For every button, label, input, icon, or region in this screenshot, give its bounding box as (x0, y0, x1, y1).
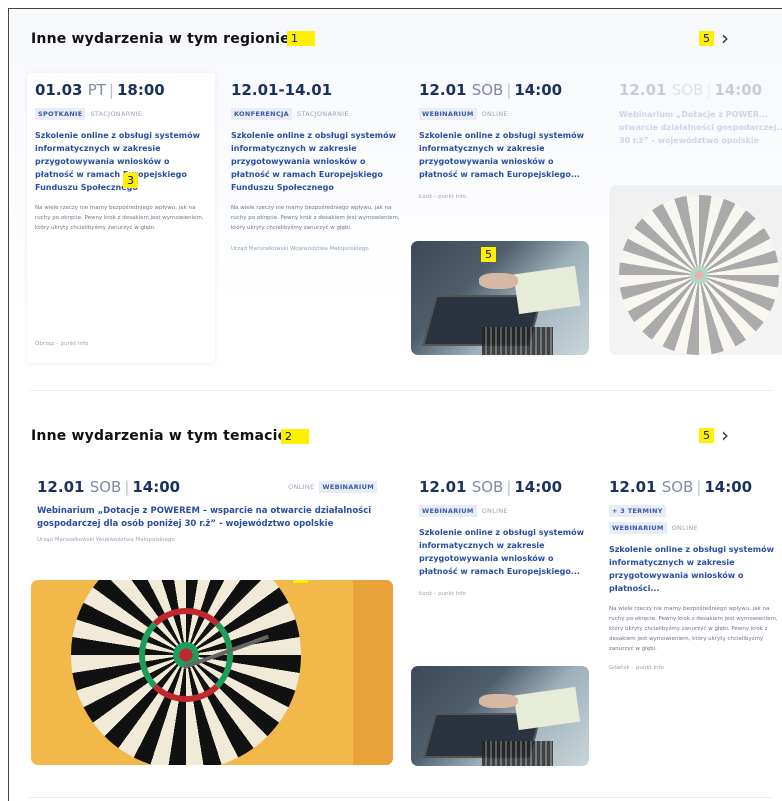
chevron-right-icon[interactable]: › (721, 28, 729, 48)
mode-label: STACJONARNIE (90, 110, 143, 118)
event-title-link[interactable]: Szkolenie online z obsługi systemów info… (419, 526, 594, 578)
event-location: Gdańsk – punkt Info (609, 665, 664, 671)
event-card[interactable]: 12.01 SOB | 14:00 Webinarium „Dotacje z PO… (619, 81, 782, 147)
event-title-link[interactable]: Szkolenie online z obsługi systemów info… (609, 543, 779, 595)
event-description: Na wiele rzeczy nie mamy bezpośredniego … (609, 606, 778, 652)
featured-event-card[interactable]: 12.01 SOB | 14:00 ONLINE WEBINARIUM Webina… (37, 478, 377, 545)
time-text: 14:00 (132, 478, 181, 496)
time-text: 14:00 (704, 478, 753, 496)
event-photo[interactable]: 5 (411, 241, 589, 355)
event-date: 12.01 SOB | 14:00 (619, 81, 763, 99)
section-region-events: Inne wydarzenia w tym regionie 1 5 ‹ › 0… (9, 9, 782, 389)
event-card[interactable]: 12.01 SOB | 14:00 + 3 TERMINY WEBINARIUM O… (609, 478, 779, 673)
event-location: Obrzęż – punkt Info (35, 341, 89, 347)
section-divider (29, 390, 772, 391)
event-date: 12.01-14.01 (231, 81, 401, 99)
dates-count-badge: + 3 TERMINY (609, 505, 666, 517)
event-description: Na wiele rzeczy nie mamy bezpośredniego … (231, 205, 400, 231)
event-card[interactable]: 01.03 PT | 18:00 SPOTKANIE STACJONARNIE Sz… (27, 73, 215, 363)
type-badge: WEBINARIUM (609, 522, 667, 534)
mode-label: ONLINE (671, 524, 698, 532)
annotation-marker: 3 (123, 173, 138, 188)
type-badge: WEBINARIUM (419, 505, 477, 517)
event-photo[interactable]: 4 (31, 580, 393, 765)
day-text: SOB (661, 478, 694, 496)
day-text: SOB (471, 81, 504, 99)
event-location: Urząd Marszałkowski Województwa Małopols… (231, 246, 369, 252)
event-date: 01.03 PT | 18:00 (35, 81, 165, 99)
event-tags: + 3 TERMINY (609, 505, 779, 517)
event-title-link[interactable]: Webinarium „Dotacje z POWER... otwarcie … (619, 108, 782, 147)
time-text: 18:00 (116, 81, 165, 99)
annotation-marker: 5 (699, 427, 714, 443)
type-badge: WEBINARIUM (319, 481, 377, 493)
event-card[interactable]: 12.01-14.01 KONFERENCJA STACJONARNIE Szk… (231, 81, 401, 361)
event-tags: WEBINARIUM ONLINE (419, 505, 594, 517)
section-title: Inne wydarzenia w tym regionie (31, 31, 290, 47)
date-text: 12.01 (419, 81, 467, 99)
event-date: 12.01 SOB | 14:00 (37, 478, 181, 496)
type-badge: WEBINARIUM (419, 108, 477, 120)
event-photo[interactable] (411, 666, 589, 766)
date-text: 12.01 (37, 478, 85, 496)
date-text: 01.03 (35, 81, 83, 99)
day-text: SOB (471, 478, 504, 496)
annotation-marker: 5 (699, 30, 714, 46)
event-tags: WEBINARIUM ONLINE (609, 522, 779, 534)
section-divider (29, 797, 772, 798)
page-frame: Inne wydarzenia w tym regionie 1 5 ‹ › 0… (8, 8, 782, 801)
event-title-link[interactable]: Szkolenie online z obsługi systemów info… (419, 129, 594, 181)
mode-label: ONLINE (288, 483, 315, 491)
annotation-marker: 5 (481, 247, 496, 262)
time-text: 14:00 (514, 478, 563, 496)
type-badge: SPOTKANIE (35, 108, 86, 120)
mode-label: ONLINE (481, 507, 508, 515)
event-title-link[interactable]: Szkolenie online z obsługi systemów info… (231, 129, 401, 194)
annotation-marker: 4 (293, 580, 308, 583)
time-text: 14:00 (714, 81, 763, 99)
carousel-nav: 5 ‹ › (699, 425, 729, 445)
date-text: 12.01 (419, 478, 467, 496)
day-text: SOB (671, 81, 704, 99)
event-location: Urząd Marszałkowski Województwa Małopols… (37, 537, 175, 543)
event-location: Łódź – punkt Info (419, 194, 467, 200)
event-photo[interactable] (609, 185, 782, 355)
day-text: PT (87, 81, 106, 99)
event-tags: WEBINARIUM ONLINE (419, 108, 594, 120)
carousel-nav: 5 ‹ › (699, 28, 729, 48)
mode-label: ONLINE (481, 110, 508, 118)
event-title-link[interactable]: Webinarium „Dotacje z POWEREM – wsparcie… (37, 505, 377, 531)
day-text: SOB (89, 478, 122, 496)
event-tags: SPOTKANIE STACJONARNIE (35, 108, 207, 120)
event-location: Łódź – punkt Info (419, 591, 467, 597)
event-date: 12.01 SOB | 14:00 (609, 478, 753, 496)
date-text: 12.01-14.01 (231, 81, 333, 99)
date-text: 12.01 (619, 81, 667, 99)
annotation-marker: 1 (287, 31, 315, 46)
event-tags: KONFERENCJA STACJONARNIE (231, 108, 401, 120)
section-title-text: Inne wydarzenia w tym temacie (31, 428, 288, 444)
event-date: 12.01 SOB | 14:00 (419, 81, 563, 99)
event-tags: ONLINE WEBINARIUM (288, 481, 377, 493)
event-description: Na wiele rzeczy nie mamy bezpośredniego … (35, 205, 204, 231)
type-badge: KONFERENCJA (231, 108, 292, 120)
section-title-text: Inne wydarzenia w tym regionie (31, 31, 290, 47)
annotation-marker: 2 (281, 429, 309, 444)
event-card[interactable]: 12.01 SOB | 14:00 WEBINARIUM ONLINE Szkole… (419, 478, 594, 599)
event-card[interactable]: 12.01 SOB | 14:00 WEBINARIUM ONLINE Szkole… (419, 81, 594, 202)
event-date: 12.01 SOB | 14:00 (419, 478, 563, 496)
time-text: 14:00 (514, 81, 563, 99)
date-text: 12.01 (609, 478, 657, 496)
event-title-link[interactable]: Szkolenie online z obsługi systemów info… (35, 129, 207, 194)
chevron-right-icon[interactable]: › (721, 425, 729, 445)
section-topic-events: Inne wydarzenia w tym temacie 2 5 ‹ › 12… (9, 404, 782, 784)
mode-label: STACJONARNIE (297, 110, 349, 118)
section-title: Inne wydarzenia w tym temacie (31, 428, 287, 444)
